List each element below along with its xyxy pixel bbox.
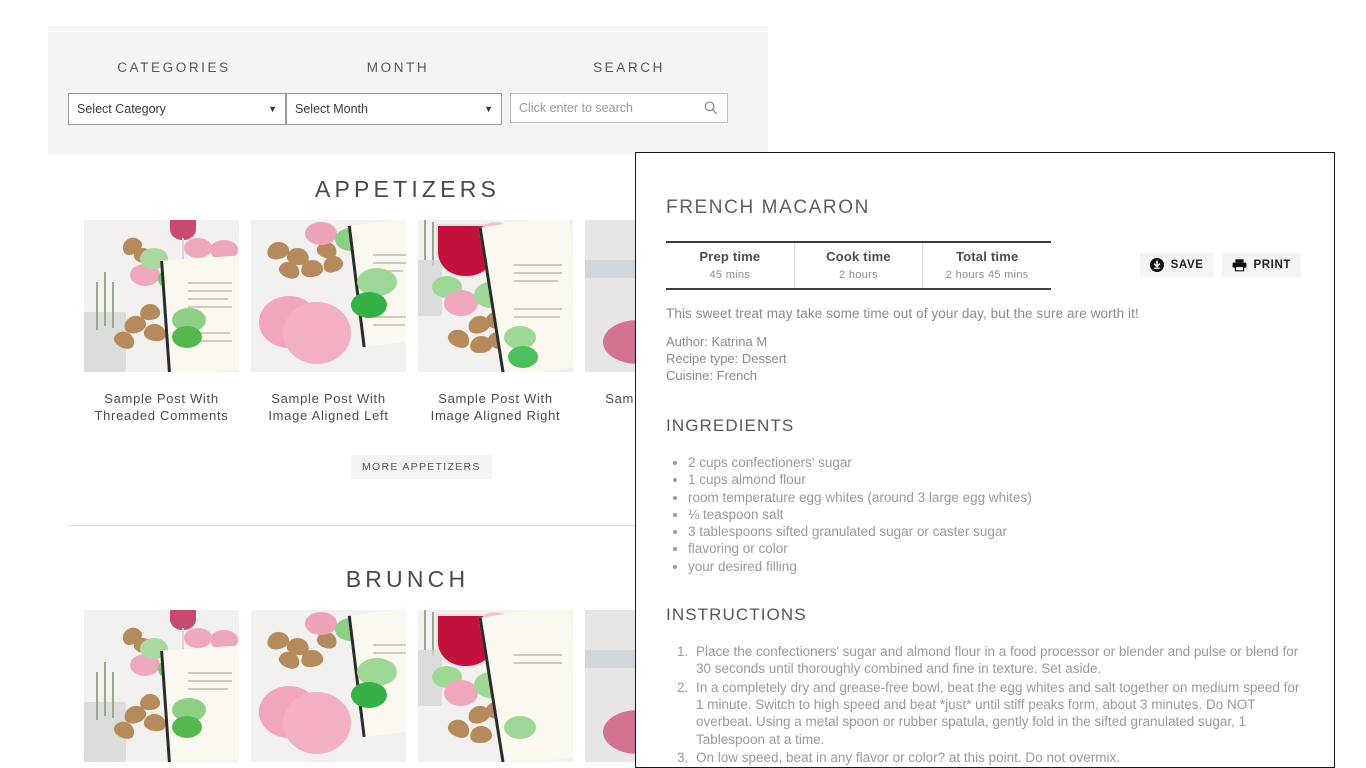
ingredient-item: 2 cups confectioners' sugar [688,454,1304,471]
recipe-title: FRENCH MACARON [666,197,870,218]
more-appetizers-button[interactable]: MORE APPETIZERS [351,455,492,479]
filter-bar: CATEGORIES Select Category ▼ MONTH Selec… [48,26,768,154]
filter-column-categories: CATEGORIES Select Category ▼ [48,60,286,125]
ingredient-item: ⅛ teaspoon salt [688,506,1304,523]
filter-column-month: MONTH Select Month ▼ [286,60,510,125]
filter-column-search: SEARCH [510,60,748,125]
recipe-type: Recipe type: Dessert [666,351,787,366]
instructions-list: Place the confectioners' sugar and almon… [666,643,1304,766]
total-time-label: Total time [955,249,1019,264]
post-card[interactable]: Sample Post With Image Aligned Right [418,220,573,424]
prep-time-value: 45 mins [709,269,751,281]
month-select-value: Select Month [295,102,368,116]
total-time-value: 2 hours 45 mins [945,269,1029,281]
ingredients-list: 2 cups confectioners' sugar 1 cups almon… [666,454,1304,575]
cook-time-label: Cook time [826,249,891,264]
search-label: SEARCH [593,60,665,75]
ingredients-heading: INGREDIENTS [666,416,795,435]
search-input[interactable] [519,101,703,115]
post-thumbnail[interactable] [418,220,573,372]
recipe-times-table: Prep time 45 mins Cook time 2 hours Tota… [666,241,1051,290]
post-thumbnail[interactable] [84,610,239,762]
post-title[interactable]: Sample Post With Threaded Comments [84,390,239,424]
instruction-item: Place the confectioners' sugar and almon… [692,643,1304,678]
post-thumbnail[interactable] [84,220,239,372]
print-button[interactable]: PRINT [1221,253,1301,277]
ingredient-item: room temperature egg whites (around 3 la… [688,489,1304,506]
total-time-cell: Total time 2 hours 45 mins [922,243,1051,288]
post-card[interactable]: Sample Post With Image Aligned Right [418,610,573,768]
download-circle-icon [1149,258,1164,272]
recipe-author: Author: Katrina M [666,334,768,349]
post-card[interactable]: Sample Post With Image Aligned Left [251,220,406,424]
post-card[interactable]: Sample Post With Threaded Comments [84,220,239,424]
recipe-meta: Author: Katrina M Recipe type: Dessert C… [666,333,1304,384]
categories-label: CATEGORIES [117,60,231,75]
recipe-description: This sweet treat may take some time out … [666,306,1139,321]
save-button-label: SAVE [1170,259,1204,271]
chevron-down-icon: ▼ [268,103,277,114]
ingredient-item: 3 tablespoons sifted granulated sugar or… [688,523,1304,540]
cook-time-cell: Cook time 2 hours [793,243,923,288]
prep-time-label: Prep time [699,249,761,264]
post-title[interactable]: Sample Post With Image Aligned Right [418,390,573,424]
category-select-value: Select Category [77,102,166,116]
recipe-card: FRENCH MACARON Prep time 45 mins Cook ti… [635,152,1335,768]
instructions-heading: INSTRUCTIONS [666,605,807,625]
ingredient-item: your desired filling [688,558,1304,575]
month-label: MONTH [366,60,430,75]
page-root: CATEGORIES Select Category ▼ MONTH Selec… [0,0,1366,768]
ingredient-item: 1 cups almond flour [688,471,1304,488]
print-button-label: PRINT [1253,259,1291,271]
save-button[interactable]: SAVE [1139,253,1214,277]
search-box[interactable] [510,93,728,123]
cook-time-value: 2 hours [839,269,878,281]
recipe-cuisine: Cuisine: French [666,368,758,383]
prep-time-cell: Prep time 45 mins [666,243,794,288]
post-card[interactable]: Sample Post With Threaded Comments [84,610,239,768]
ingredient-item: flavoring or color [688,540,1304,557]
post-thumbnail[interactable] [251,220,406,372]
instruction-item: On low speed, beat in any flavor or colo… [692,749,1304,766]
post-thumbnail[interactable] [251,610,406,762]
instruction-item: In a completely dry and grease-free bowl… [692,679,1304,748]
post-card[interactable]: Sample Post With Image Aligned Left [251,610,406,768]
chevron-down-icon: ▼ [484,103,493,114]
printer-icon [1232,259,1246,272]
post-title[interactable]: Sample Post With Image Aligned Left [251,390,406,424]
recipe-action-buttons: SAVE PRINT [1139,253,1301,277]
category-select[interactable]: Select Category ▼ [68,93,286,125]
post-thumbnail[interactable] [418,610,573,762]
search-icon[interactable] [703,100,719,116]
month-select[interactable]: Select Month ▼ [286,93,502,125]
